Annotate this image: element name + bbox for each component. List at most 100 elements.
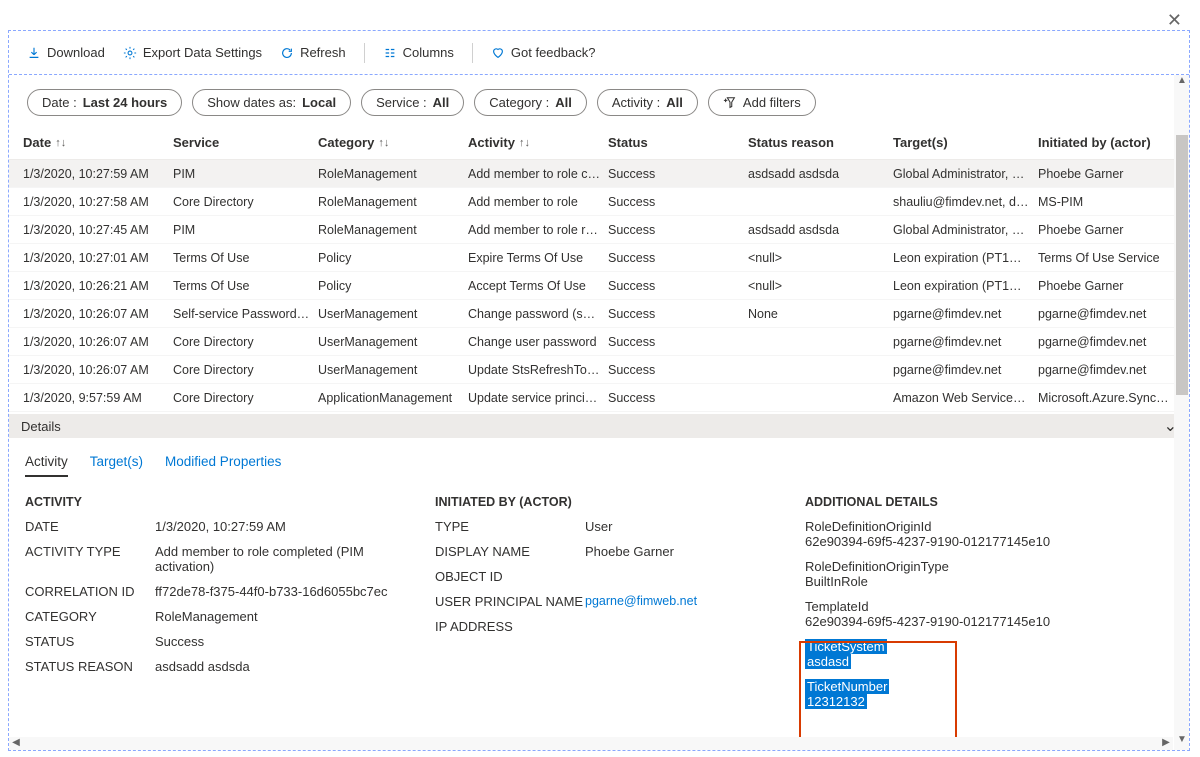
init-upn-value[interactable]: pgarne@fimweb.net bbox=[585, 594, 697, 609]
th-service[interactable]: Service bbox=[173, 135, 318, 150]
roledef-type-key: RoleDefinitionOriginType bbox=[805, 559, 1173, 574]
filter-bar: Date : Last 24 hours Show dates as: Loca… bbox=[9, 75, 1189, 126]
init-oid-key: OBJECT ID bbox=[435, 569, 585, 584]
table-row[interactable]: 1/3/2020, 10:26:21 AMTerms Of UsePolicyA… bbox=[9, 272, 1189, 300]
cell-service: Core Directory bbox=[173, 363, 318, 377]
filter-date[interactable]: Date : Last 24 hours bbox=[27, 89, 182, 116]
date-value: 1/3/2020, 10:27:59 AM bbox=[155, 519, 286, 534]
th-targets-label: Target(s) bbox=[893, 135, 948, 150]
th-service-label: Service bbox=[173, 135, 219, 150]
table-row[interactable]: 1/3/2020, 10:27:58 AMCore DirectoryRoleM… bbox=[9, 188, 1189, 216]
tab-modified-properties[interactable]: Modified Properties bbox=[165, 454, 281, 477]
ticketsystem-key: TicketSystem bbox=[805, 639, 887, 654]
close-icon[interactable]: ✕ bbox=[1167, 10, 1182, 31]
filter-category[interactable]: Category : All bbox=[474, 89, 587, 116]
th-activity[interactable]: Activity↑↓ bbox=[468, 135, 608, 150]
table-row[interactable]: 1/3/2020, 10:27:01 AMTerms Of UsePolicyE… bbox=[9, 244, 1189, 272]
cell-service: PIM bbox=[173, 223, 318, 237]
additional-section: ADDITIONAL DETAILS RoleDefinitionOriginI… bbox=[805, 495, 1173, 719]
toolbar: Download Export Data Settings Refresh Co… bbox=[9, 31, 1189, 75]
tab-targets[interactable]: Target(s) bbox=[90, 454, 143, 477]
corr-key: CORRELATION ID bbox=[25, 584, 155, 599]
add-filters-button[interactable]: Add filters bbox=[708, 89, 816, 116]
filter-service[interactable]: Service : All bbox=[361, 89, 464, 116]
cell-category: UserManagement bbox=[318, 335, 468, 349]
table-row[interactable]: 1/3/2020, 10:26:07 AMSelf-service Passwo… bbox=[9, 300, 1189, 328]
cell-reason: <null> bbox=[748, 279, 893, 293]
initiated-heading: INITIATED BY (ACTOR) bbox=[435, 495, 795, 509]
cell-status: Success bbox=[608, 223, 748, 237]
filter-activity-value: All bbox=[666, 95, 683, 110]
tab-activity[interactable]: Activity bbox=[25, 454, 68, 477]
filter-service-label: Service : bbox=[376, 95, 427, 110]
init-type-key: TYPE bbox=[435, 519, 585, 534]
cell-date: 1/3/2020, 10:26:07 AM bbox=[23, 307, 173, 321]
cell-reason: asdsadd asdsda bbox=[748, 167, 893, 181]
template-key: TemplateId bbox=[805, 599, 1173, 614]
scroll-thumb[interactable] bbox=[1176, 135, 1188, 395]
cell-category: UserManagement bbox=[318, 307, 468, 321]
details-label: Details bbox=[21, 419, 61, 434]
cell-service: Core Directory bbox=[173, 391, 318, 405]
download-label: Download bbox=[47, 45, 105, 60]
columns-button[interactable]: Columns bbox=[383, 45, 454, 60]
refresh-button[interactable]: Refresh bbox=[280, 45, 346, 60]
corr-value: ff72de78-f375-44f0-b733-16d6055bc7ec bbox=[155, 584, 388, 599]
horizontal-scrollbar[interactable]: ◀ ▶ bbox=[9, 737, 1173, 750]
scroll-right-icon[interactable]: ▶ bbox=[1159, 737, 1173, 750]
download-icon bbox=[27, 46, 41, 60]
roledef-type-value: BuiltInRole bbox=[805, 574, 1173, 589]
cat-key: CATEGORY bbox=[25, 609, 155, 624]
table-row[interactable]: 1/3/2020, 10:26:07 AMCore DirectoryUserM… bbox=[9, 328, 1189, 356]
filter-activity[interactable]: Activity : All bbox=[597, 89, 698, 116]
type-key: ACTIVITY TYPE bbox=[25, 544, 155, 574]
cell-service: PIM bbox=[173, 167, 318, 181]
download-button[interactable]: Download bbox=[27, 45, 105, 60]
cell-service: Terms Of Use bbox=[173, 251, 318, 265]
th-targets[interactable]: Target(s) bbox=[893, 135, 1038, 150]
init-upn-key: USER PRINCIPAL NAME bbox=[435, 594, 585, 609]
init-dn-key: DISPLAY NAME bbox=[435, 544, 585, 559]
cell-actor: pgarne@fimdev.net bbox=[1038, 335, 1183, 349]
th-actor[interactable]: Initiated by (actor) bbox=[1038, 135, 1183, 150]
table-row[interactable]: 1/3/2020, 9:57:59 AMCore DirectoryApplic… bbox=[9, 384, 1189, 412]
cell-targets: shauliu@fimdev.net, d1e... bbox=[893, 195, 1038, 209]
vertical-scrollbar[interactable]: ▲ ▼ bbox=[1174, 75, 1189, 750]
details-tabs: Activity Target(s) Modified Properties bbox=[9, 438, 1189, 483]
template-value: 62e90394-69f5-4237-9190-012177145e10 bbox=[805, 614, 1173, 629]
filter-showdates-value: Local bbox=[302, 95, 336, 110]
ticketsystem-value: asdasd bbox=[805, 654, 851, 669]
cell-status: Success bbox=[608, 335, 748, 349]
cell-targets: Amazon Web Services (A... bbox=[893, 391, 1038, 405]
filter-category-label: Category : bbox=[489, 95, 549, 110]
scroll-left-icon[interactable]: ◀ bbox=[9, 737, 23, 750]
table-row[interactable]: 1/3/2020, 10:27:45 AMPIMRoleManagementAd… bbox=[9, 216, 1189, 244]
init-dn-value: Phoebe Garner bbox=[585, 544, 674, 559]
filter-activity-label: Activity : bbox=[612, 95, 660, 110]
table-row[interactable]: 1/3/2020, 10:27:59 AMPIMRoleManagementAd… bbox=[9, 160, 1189, 188]
export-button[interactable]: Export Data Settings bbox=[123, 45, 262, 60]
th-category[interactable]: Category↑↓ bbox=[318, 135, 468, 150]
grid-header: Date↑↓ Service Category↑↓ Activity↑↓ Sta… bbox=[9, 126, 1189, 160]
cell-status: Success bbox=[608, 195, 748, 209]
cell-reason: <null> bbox=[748, 251, 893, 265]
feedback-button[interactable]: Got feedback? bbox=[491, 45, 596, 60]
cell-service: Terms Of Use bbox=[173, 279, 318, 293]
details-toggle[interactable]: Details ⌄ bbox=[9, 414, 1189, 438]
scroll-down-icon[interactable]: ▼ bbox=[1174, 734, 1189, 750]
scroll-up-icon[interactable]: ▲ bbox=[1174, 75, 1189, 91]
ticketnumber-value: 12312132 bbox=[805, 694, 867, 709]
filter-showdates[interactable]: Show dates as: Local bbox=[192, 89, 351, 116]
grid-body: 1/3/2020, 10:27:59 AMPIMRoleManagementAd… bbox=[9, 160, 1189, 412]
table-row[interactable]: 1/3/2020, 10:26:07 AMCore DirectoryUserM… bbox=[9, 356, 1189, 384]
columns-label: Columns bbox=[403, 45, 454, 60]
cell-date: 1/3/2020, 10:27:59 AM bbox=[23, 167, 173, 181]
cell-date: 1/3/2020, 10:26:21 AM bbox=[23, 279, 173, 293]
type-value: Add member to role completed (PIM activa… bbox=[155, 544, 425, 574]
th-reason[interactable]: Status reason bbox=[748, 135, 893, 150]
th-status[interactable]: Status bbox=[608, 135, 748, 150]
th-activity-label: Activity bbox=[468, 135, 515, 150]
cell-actor: MS-PIM bbox=[1038, 195, 1183, 209]
date-key: DATE bbox=[25, 519, 155, 534]
th-date[interactable]: Date↑↓ bbox=[23, 135, 173, 150]
